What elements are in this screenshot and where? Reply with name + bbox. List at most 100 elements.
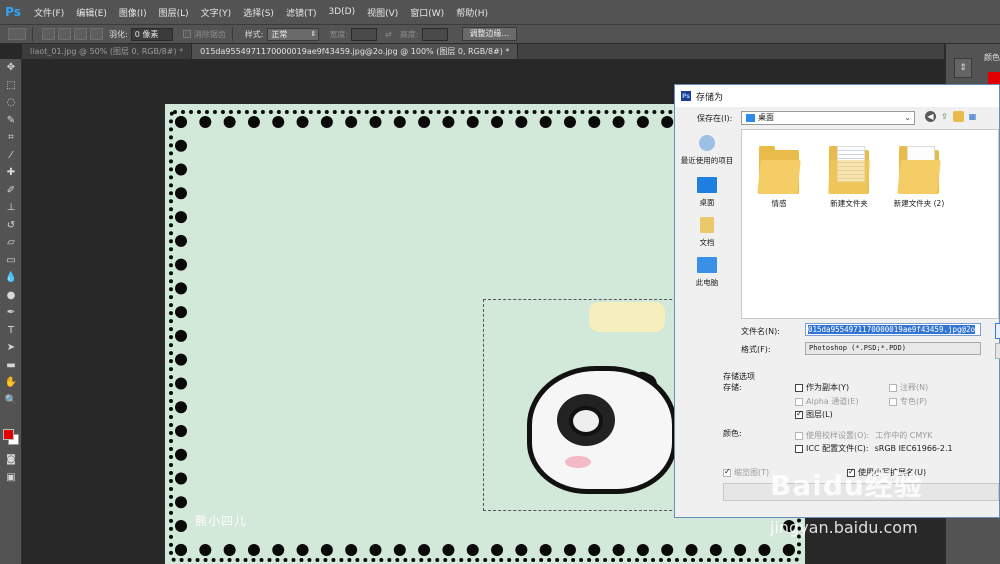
marquee-preset-button[interactable] bbox=[8, 28, 26, 40]
width-input[interactable] bbox=[351, 27, 378, 41]
tools-panel: ✥ ⬚ ◌ ✎ ⌗ ⁄ ✚ ✐ ⊥ ↺ ▱ ▭ 💧 ● ✒ T ➤ ▬ ✋ 🔍 … bbox=[0, 59, 22, 564]
folder-item[interactable]: 情感 bbox=[744, 144, 814, 209]
type-tool-icon[interactable]: T bbox=[0, 322, 22, 340]
computer-icon bbox=[697, 257, 717, 273]
photoshop-logo: Ps bbox=[5, 5, 21, 19]
tab-active-document[interactable]: 015da9554971170000019ae9f43459.jpg@2o.jp… bbox=[192, 44, 519, 59]
height-input[interactable] bbox=[421, 27, 448, 41]
menu-window[interactable]: 窗口(W) bbox=[404, 6, 450, 19]
menu-image[interactable]: 图像(I) bbox=[113, 6, 153, 19]
stamp-tool-icon[interactable]: ⊥ bbox=[0, 199, 22, 217]
refine-edge-button[interactable]: 调整边缘... bbox=[461, 27, 518, 41]
thumbnail-checkbox[interactable] bbox=[723, 467, 731, 477]
collapsed-panel-icon[interactable]: ⇕ bbox=[954, 58, 972, 78]
menu-file[interactable]: 文件(F) bbox=[28, 6, 70, 19]
spot-checkbox[interactable] bbox=[889, 397, 897, 406]
blur-tool-icon[interactable]: 💧 bbox=[0, 269, 22, 287]
quick-mask-icon[interactable]: ◙ bbox=[0, 451, 22, 469]
place-this-pc[interactable]: 此电脑 bbox=[675, 257, 739, 288]
shape-tool-icon[interactable]: ▬ bbox=[0, 357, 22, 375]
eyedropper-tool-icon[interactable]: ⁄ bbox=[0, 147, 22, 165]
feather-input[interactable]: 0 像素 bbox=[130, 27, 173, 41]
color-panel-swatch[interactable] bbox=[988, 72, 1000, 84]
as-copy-option[interactable]: 作为副本(Y) bbox=[795, 382, 849, 393]
healing-tool-icon[interactable]: ✚ bbox=[0, 164, 22, 182]
place-this-pc-label: 此电脑 bbox=[695, 278, 719, 287]
folder-item[interactable]: 新建文件夹 bbox=[814, 144, 884, 209]
proof-option[interactable]: 使用校样设置(O): 工作中的 CMYK bbox=[795, 430, 932, 441]
gradient-tool-icon[interactable]: ▭ bbox=[0, 252, 22, 270]
crop-tool-icon[interactable]: ⌗ bbox=[0, 129, 22, 147]
notes-option[interactable]: 注释(N) bbox=[889, 382, 928, 393]
move-tool-icon[interactable]: ✥ bbox=[0, 59, 22, 77]
place-documents-label: 文档 bbox=[699, 238, 715, 247]
color-panel-label[interactable]: 颜色 bbox=[984, 52, 1000, 63]
antialias-label: 消除锯齿 bbox=[193, 29, 226, 39]
back-icon[interactable]: ◀ bbox=[925, 111, 936, 122]
filename-input[interactable]: 015da9554971170000019ae9f43459.jpg@2o bbox=[805, 323, 981, 336]
style-select[interactable]: 正常 bbox=[267, 27, 320, 41]
up-folder-icon[interactable]: ⇪ bbox=[939, 111, 950, 122]
tab-liaot[interactable]: liaot_01.jpg @ 50% (图层 0, RGB/8#) * bbox=[22, 44, 193, 59]
folder-icon bbox=[757, 144, 801, 194]
place-desktop[interactable]: 桌面 bbox=[675, 177, 739, 208]
menu-help[interactable]: 帮助(H) bbox=[450, 6, 494, 19]
lasso-tool-icon[interactable]: ◌ bbox=[0, 94, 22, 112]
alpha-option[interactable]: Alpha 通道(E) bbox=[795, 396, 859, 407]
zoom-tool-icon[interactable]: 🔍 bbox=[0, 392, 22, 410]
subtract-selection-button[interactable] bbox=[74, 28, 87, 40]
thumbnail-option[interactable]: 缩览图(T) bbox=[723, 467, 769, 478]
notes-checkbox[interactable] bbox=[889, 383, 897, 392]
baidu-watermark-url: jingyan.baidu.com bbox=[770, 518, 918, 537]
hand-tool-icon[interactable]: ✋ bbox=[0, 374, 22, 392]
icc-checkbox[interactable] bbox=[795, 444, 803, 453]
menu-layer[interactable]: 图层(L) bbox=[153, 6, 195, 19]
eraser-tool-icon[interactable]: ▱ bbox=[0, 234, 22, 252]
new-folder-icon[interactable] bbox=[953, 111, 964, 122]
file-list[interactable]: 情感 新建文件夹 新建文件夹 (2) bbox=[741, 129, 999, 319]
as-copy-checkbox[interactable] bbox=[795, 383, 803, 392]
place-documents[interactable]: 文档 bbox=[675, 217, 739, 248]
layers-checkbox[interactable] bbox=[795, 409, 803, 419]
save-options-header: 存储选项 bbox=[723, 372, 755, 381]
history-brush-icon[interactable]: ↺ bbox=[0, 217, 22, 235]
menu-edit[interactable]: 编辑(E) bbox=[70, 6, 113, 19]
menu-3d[interactable]: 3D(D) bbox=[322, 7, 361, 17]
alpha-checkbox[interactable] bbox=[795, 397, 803, 406]
format-select[interactable]: Photoshop (*.PSD;*.PDD) bbox=[805, 342, 981, 355]
intersect-selection-button[interactable] bbox=[90, 28, 103, 40]
antialias-checkbox[interactable] bbox=[182, 30, 191, 38]
folder-item[interactable]: 新建文件夹 (2) bbox=[884, 144, 954, 209]
new-selection-button[interactable] bbox=[42, 28, 55, 40]
menu-filter[interactable]: 滤镜(T) bbox=[280, 6, 323, 19]
add-selection-button[interactable] bbox=[58, 28, 71, 40]
place-recent[interactable]: 最近使用的项目 bbox=[675, 135, 739, 166]
marquee-tool-icon[interactable]: ⬚ bbox=[0, 77, 22, 95]
save-button[interactable] bbox=[995, 323, 1000, 339]
quick-select-tool-icon[interactable]: ✎ bbox=[0, 112, 22, 130]
icc-option[interactable]: ICC 配置文件(C): sRGB IEC61966-2.1 bbox=[795, 443, 953, 454]
foreground-color-swatch[interactable] bbox=[3, 429, 14, 440]
pen-tool-icon[interactable]: ✒ bbox=[0, 304, 22, 322]
view-menu-icon[interactable]: ▦ bbox=[967, 111, 978, 122]
screen-mode-icon[interactable]: ▣ bbox=[0, 469, 22, 487]
folder-label: 新建文件夹 bbox=[830, 199, 868, 208]
swap-icon[interactable]: ⇄ bbox=[385, 30, 392, 39]
filename-label: 文件名(N): bbox=[741, 327, 780, 336]
dialog-title-bar[interactable]: Ps 存储为 bbox=[675, 85, 999, 107]
spot-option[interactable]: 专色(P) bbox=[889, 396, 927, 407]
path-select-tool-icon[interactable]: ➤ bbox=[0, 339, 22, 357]
dodge-tool-icon[interactable]: ● bbox=[0, 287, 22, 305]
ps-app-icon: Ps bbox=[681, 91, 691, 101]
menu-select[interactable]: 选择(S) bbox=[237, 6, 280, 19]
proof-checkbox[interactable] bbox=[795, 431, 803, 440]
cancel-button[interactable] bbox=[995, 343, 1000, 359]
menu-view[interactable]: 视图(V) bbox=[361, 6, 404, 19]
brush-tool-icon[interactable]: ✐ bbox=[0, 182, 22, 200]
layers-option[interactable]: 图层(L) bbox=[795, 409, 833, 420]
menu-type[interactable]: 文字(Y) bbox=[195, 6, 238, 19]
save-in-combo[interactable]: 桌面 ⌄ bbox=[741, 111, 915, 125]
height-label: 高度: bbox=[399, 29, 419, 39]
divider bbox=[32, 27, 33, 41]
folder-label: 情感 bbox=[771, 199, 787, 208]
